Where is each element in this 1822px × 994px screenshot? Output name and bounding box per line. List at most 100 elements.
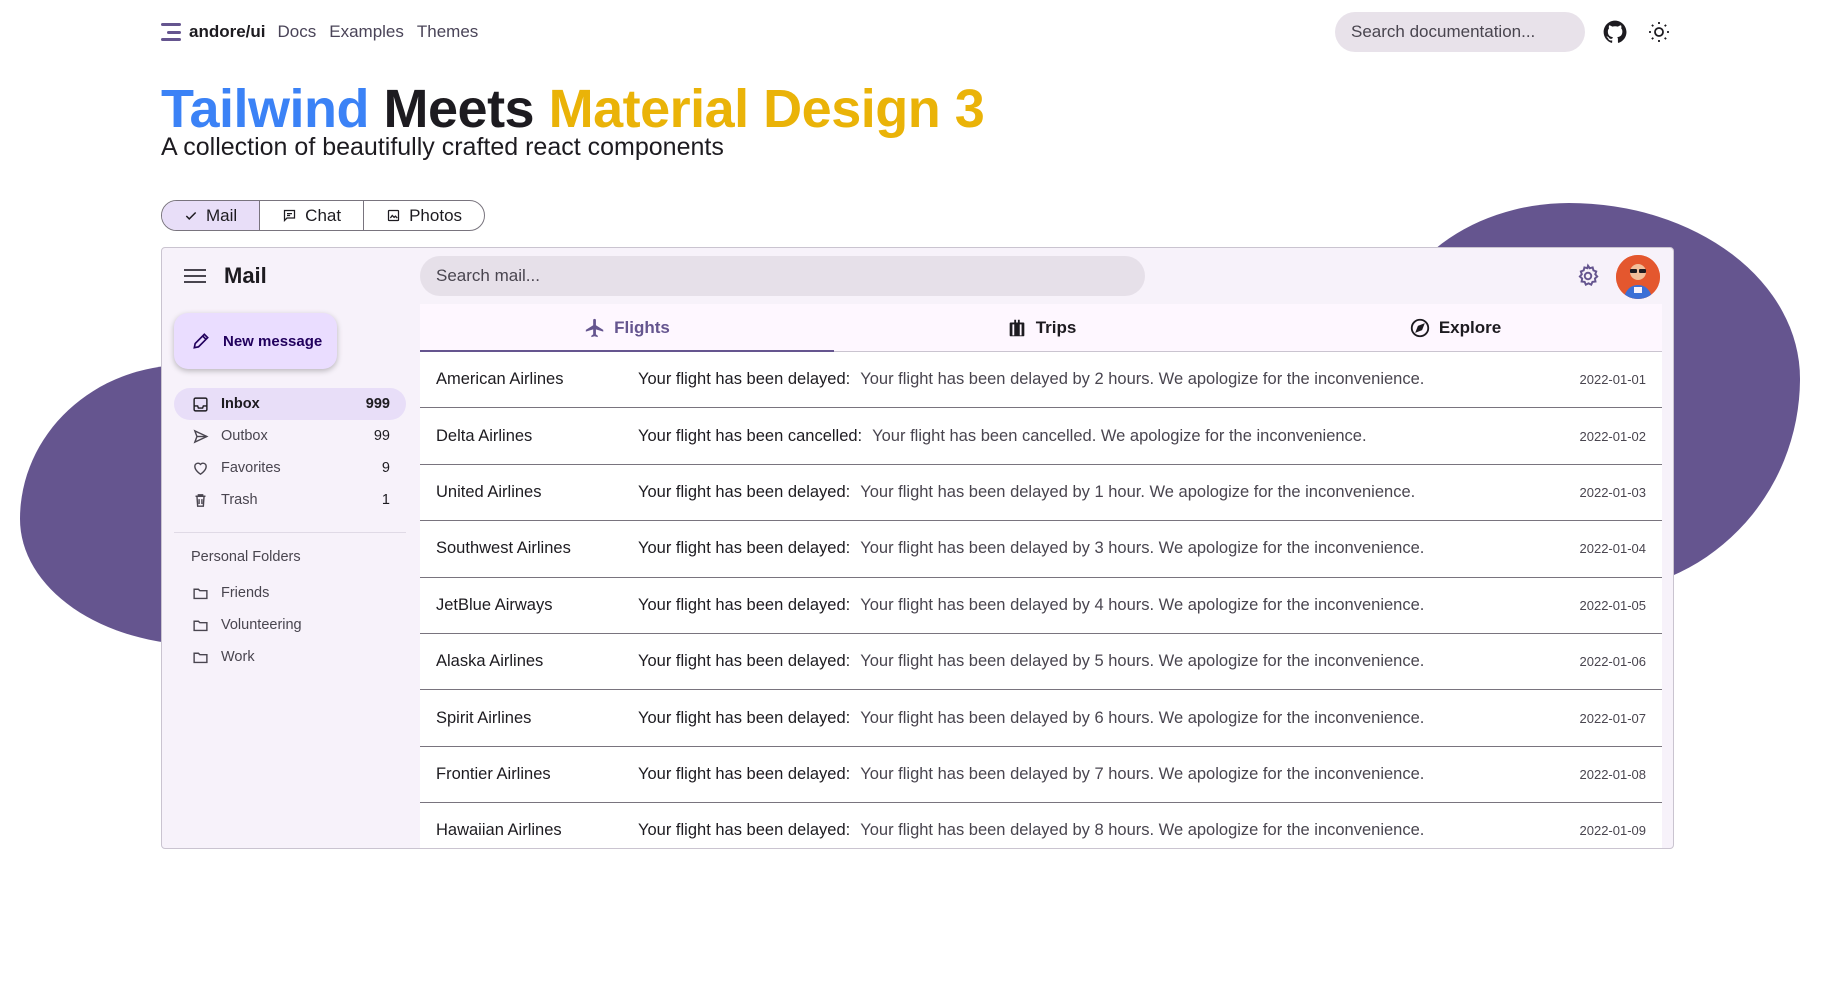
message-subject: Your flight has been delayed: (638, 764, 851, 783)
segment-label: Mail (206, 205, 238, 225)
check-icon (185, 211, 197, 220)
folder-icon (190, 647, 210, 667)
brand[interactable]: andore/ui (161, 22, 266, 42)
message-row[interactable]: Delta Airlines Your flight has been canc… (420, 408, 1662, 465)
nav-link-themes[interactable]: Themes (417, 22, 478, 42)
message-subject: Your flight has been delayed: (638, 708, 851, 727)
compass-icon (1410, 318, 1429, 337)
segment-label: Chat (305, 205, 342, 225)
sidebar-item-label: Favorites (221, 460, 281, 476)
unread-count: 1 (381, 492, 390, 508)
hero-title-tailwind: Tailwind (161, 79, 370, 139)
nav-link-examples[interactable]: Examples (329, 22, 404, 42)
segment-chat[interactable]: Chat (260, 201, 365, 230)
brand-logo-icon (161, 22, 181, 42)
mail-content: Flights Trips Explore American Airlines … (420, 304, 1662, 848)
unread-count: 9 (381, 460, 390, 476)
folder-list: Friends Volunteering Work (174, 577, 406, 673)
airplane-icon (585, 318, 604, 337)
tab-flights[interactable]: Flights (420, 304, 834, 351)
folders-heading: Personal Folders (191, 549, 301, 565)
message-sender: Delta Airlines (436, 426, 533, 445)
sidebar-item-favorites[interactable]: Favorites 9 (174, 452, 406, 484)
message-subject: Your flight has been delayed: (638, 370, 851, 389)
message-row[interactable]: Hawaiian Airlines Your flight has been d… (420, 803, 1662, 848)
message-row[interactable]: United Airlines Your flight has been del… (420, 465, 1662, 522)
top-navigation: andore/ui Docs Examples Themes (161, 12, 1673, 52)
message-date: 2022-01-08 (1579, 766, 1647, 782)
message-preview: Your flight has been delayed by 7 hours.… (860, 764, 1425, 783)
main-nav: Docs Examples Themes (278, 22, 479, 42)
app-title: Mail (224, 263, 267, 288)
message-sender: Spirit Airlines (436, 708, 532, 727)
segment-photos[interactable]: Photos (364, 201, 484, 230)
message-preview: Your flight has been delayed by 6 hours.… (860, 708, 1425, 727)
nav-link-docs[interactable]: Docs (278, 22, 317, 42)
message-preview: Your flight has been delayed by 3 hours.… (860, 539, 1425, 558)
sidebar-item-inbox[interactable]: Inbox 999 (174, 388, 406, 420)
message-sender: Frontier Airlines (436, 764, 551, 783)
mail-app-window: Mail New message Inbox 999 Outbox 99 (161, 247, 1674, 849)
topbar-actions (1335, 12, 1673, 52)
message-date: 2022-01-04 (1579, 541, 1647, 557)
segment-mail[interactable]: Mail (162, 201, 261, 230)
mail-search-input[interactable] (420, 256, 1145, 296)
photo-icon (387, 209, 400, 222)
tab-label: Explore (1438, 317, 1502, 337)
message-date: 2022-01-01 (1579, 372, 1647, 388)
message-sender: Alaska Airlines (436, 652, 544, 671)
tab-explore[interactable]: Explore (1248, 304, 1662, 351)
message-sender: American Airlines (436, 370, 564, 389)
hero-title-meets: Meets (383, 79, 535, 139)
message-date: 2022-01-03 (1579, 484, 1647, 500)
unread-count: 999 (365, 396, 390, 412)
message-list: American Airlines Your flight has been d… (420, 352, 1662, 848)
github-icon[interactable] (1601, 18, 1629, 46)
segmented-button-group: Mail Chat Photos (161, 200, 486, 231)
message-subject: Your flight has been delayed: (638, 595, 851, 614)
hero-title: Tailwind Meets Material Design 3 (161, 78, 985, 140)
message-subject: Your flight has been delayed: (638, 821, 851, 840)
tab-label: Flights (614, 317, 670, 337)
message-row[interactable]: Southwest Airlines Your flight has been … (420, 521, 1662, 578)
sidebar-item-trash[interactable]: Trash 1 (174, 484, 406, 516)
message-sender: Southwest Airlines (436, 539, 571, 558)
sidebar-item-label: Friends (221, 585, 270, 601)
sidebar-item-work[interactable]: Work (174, 641, 406, 673)
user-avatar[interactable] (1616, 255, 1660, 299)
chat-icon (284, 209, 296, 223)
hero-title-material: Material Design 3 (548, 79, 985, 139)
new-message-button[interactable]: New message (174, 313, 337, 369)
tab-label: Trips (1035, 317, 1077, 337)
inbox-icon (190, 394, 210, 414)
sidebar-item-label: Trash (221, 492, 258, 508)
message-subject: Your flight has been delayed: (638, 652, 851, 671)
message-row[interactable]: American Airlines Your flight has been d… (420, 352, 1662, 409)
new-message-label: New message (223, 332, 323, 350)
sidebar-item-label: Volunteering (221, 617, 302, 633)
message-preview: Your flight has been delayed by 8 hours.… (860, 821, 1425, 840)
documentation-search-input[interactable] (1335, 12, 1585, 52)
sun-icon[interactable] (1645, 18, 1673, 46)
message-row[interactable]: Frontier Airlines Your flight has been d… (420, 747, 1662, 804)
sidebar-item-friends[interactable]: Friends (174, 577, 406, 609)
message-row[interactable]: Spirit Airlines Your flight has been del… (420, 690, 1662, 747)
message-row[interactable]: JetBlue Airways Your flight has been del… (420, 578, 1662, 634)
message-subject: Your flight has been delayed: (638, 539, 851, 558)
sidebar-item-label: Outbox (221, 428, 268, 444)
menu-icon[interactable] (184, 266, 206, 286)
sidebar-item-volunteering[interactable]: Volunteering (174, 609, 406, 641)
sidebar-divider (174, 532, 406, 533)
message-row[interactable]: Alaska Airlines Your flight has been del… (420, 634, 1662, 691)
folder-icon (190, 583, 210, 603)
unread-count: 99 (373, 428, 390, 444)
message-sender: Hawaiian Airlines (436, 821, 562, 840)
tab-trips[interactable]: Trips (834, 304, 1248, 351)
message-date: 2022-01-02 (1579, 428, 1647, 444)
message-subject: Your flight has been delayed: (638, 482, 851, 501)
message-subject: Your flight has been cancelled: (638, 426, 863, 445)
heart-icon (190, 458, 210, 478)
settings-gear-icon[interactable] (1575, 263, 1601, 289)
sidebar-item-outbox[interactable]: Outbox 99 (174, 420, 406, 452)
hero-subtitle: A collection of beautifully crafted reac… (161, 133, 724, 161)
